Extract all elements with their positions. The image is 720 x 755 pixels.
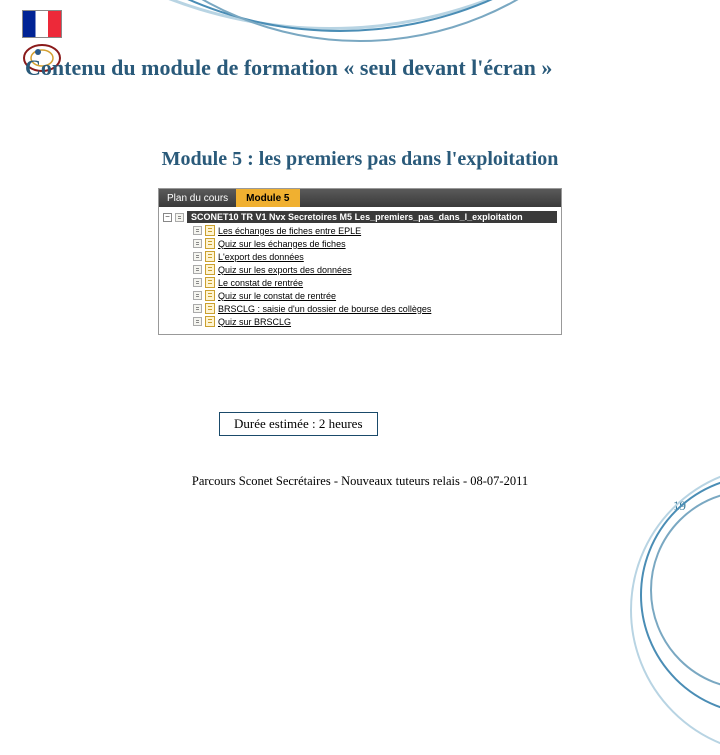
course-plan-panel: Plan du cours Module 5 − SCONET10 TR V1 …: [158, 188, 562, 335]
module-subtitle: Module 5 : les premiers pas dans l'explo…: [0, 148, 720, 171]
item-label: Quiz sur BRSCLG: [218, 317, 291, 327]
folder-icon: [175, 213, 184, 222]
plan-label: Plan du cours: [159, 193, 236, 204]
item-label: BRSCLG : saisie d'un dossier de bourse d…: [218, 304, 431, 314]
list-item: Quiz sur BRSCLG: [163, 315, 557, 328]
course-tree: − SCONET10 TR V1 Nvx Secretoires M5 Les_…: [159, 207, 561, 334]
doc-icon: [205, 264, 215, 275]
slide-title: Contenu du module de formation « seul de…: [25, 55, 695, 81]
doc-icon: [205, 277, 215, 288]
item-icon: [193, 252, 202, 261]
item-label: Le constat de rentrée: [218, 278, 303, 288]
panel-header: Plan du cours Module 5: [159, 189, 561, 207]
list-item: Le constat de rentrée: [163, 276, 557, 289]
list-item: Quiz sur les échanges de fiches: [163, 237, 557, 250]
doc-icon: [205, 225, 215, 236]
item-icon: [193, 265, 202, 274]
page-number: 19: [673, 498, 686, 514]
item-label: L'export des données: [218, 252, 304, 262]
item-label: Quiz sur les échanges de fiches: [218, 239, 346, 249]
item-icon: [193, 317, 202, 326]
item-icon: [193, 291, 202, 300]
tree-root: − SCONET10 TR V1 Nvx Secretoires M5 Les_…: [163, 210, 557, 224]
list-item: BRSCLG : saisie d'un dossier de bourse d…: [163, 302, 557, 315]
doc-icon: [205, 238, 215, 249]
list-item: Les échanges de fiches entre EPLE: [163, 224, 557, 237]
list-item: L'export des données: [163, 250, 557, 263]
item-icon: [193, 239, 202, 248]
doc-icon: [205, 290, 215, 301]
duration-box: Durée estimée : 2 heures: [219, 412, 378, 436]
item-icon: [193, 304, 202, 313]
list-item: Quiz sur le constat de rentrée: [163, 289, 557, 302]
item-icon: [193, 226, 202, 235]
footer-text: Parcours Sconet Secrétaires - Nouveaux t…: [0, 474, 720, 489]
doc-icon: [205, 251, 215, 262]
list-item: Quiz sur les exports des données: [163, 263, 557, 276]
doc-icon: [205, 303, 215, 314]
item-label: Quiz sur les exports des données: [218, 265, 352, 275]
item-label: Quiz sur le constat de rentrée: [218, 291, 336, 301]
doc-icon: [205, 316, 215, 327]
collapse-icon: −: [163, 213, 172, 222]
module-badge: Module 5: [236, 189, 299, 207]
item-label: Les échanges de fiches entre EPLE: [218, 226, 361, 236]
logo-republique-francaise: [22, 10, 62, 38]
item-icon: [193, 278, 202, 287]
root-label: SCONET10 TR V1 Nvx Secretoires M5 Les_pr…: [187, 211, 557, 223]
